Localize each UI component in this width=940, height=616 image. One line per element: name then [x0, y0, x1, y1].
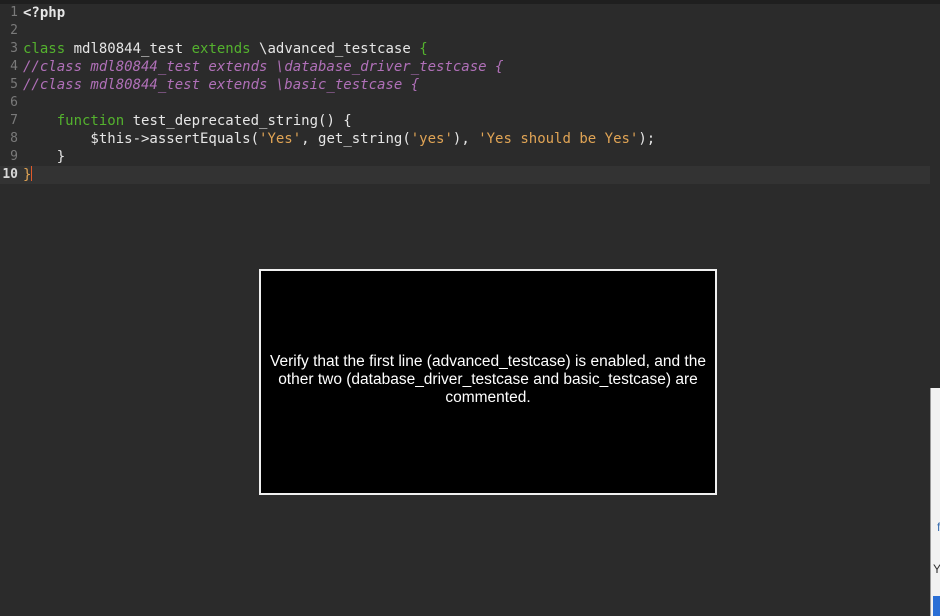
right-panel-text-fragment-2: Yo	[933, 562, 940, 576]
line-number: 7	[10, 113, 18, 128]
right-side-panel: fi Yo	[930, 388, 940, 616]
code-line[interactable]: 10}	[0, 166, 930, 184]
code-text: }	[23, 148, 65, 166]
code-token: <?php	[23, 5, 66, 21]
code-text: //class mdl80844_test extends \database_…	[23, 58, 503, 76]
code-token: function	[56, 113, 125, 129]
code-token: 'Yes should be Yes'	[478, 131, 639, 147]
code-token: //class mdl80844_test extends \basic_tes…	[23, 77, 420, 93]
line-number: 8	[10, 131, 18, 146]
code-token: mdl80844_test	[65, 41, 192, 57]
code-token: , get_string(	[301, 131, 411, 147]
line-number: 1	[10, 5, 18, 20]
line-number: 6	[10, 95, 18, 110]
code-line[interactable]: 6	[0, 94, 930, 112]
code-token: }	[23, 167, 32, 183]
line-number: 9	[10, 149, 18, 164]
code-text: }	[23, 166, 33, 184]
code-token: {	[419, 41, 428, 57]
line-number: 3	[10, 41, 18, 56]
app-window: 1 <?php 2 3 class mdl80844_test extends \adv…	[0, 0, 940, 616]
code-line[interactable]: 7 function test_deprecated_string() {	[0, 112, 930, 130]
code-text: function test_deprecated_string() {	[23, 112, 352, 130]
code-line[interactable]: 2	[0, 22, 930, 40]
code-token: test_deprecated_string() {	[124, 113, 352, 129]
code-token: ),	[452, 131, 479, 147]
instruction-overlay: Verify that the first line (advanced_tes…	[259, 269, 717, 495]
line-number: 10	[2, 167, 18, 182]
code-token: }	[23, 149, 66, 165]
code-token: extends	[191, 41, 251, 57]
code-text: class mdl80844_test extends \advanced_te…	[23, 40, 428, 58]
line-number: 4	[10, 59, 18, 74]
line-number: 5	[10, 77, 18, 92]
code-token: class	[23, 41, 66, 57]
code-line[interactable]: 3 class mdl80844_test extends \advanced_t…	[0, 40, 930, 58]
code-line[interactable]: 4 //class mdl80844_test extends \database…	[0, 58, 930, 76]
code-text: <?php	[23, 4, 65, 22]
text-cursor	[31, 166, 33, 181]
right-panel-button-edge[interactable]	[933, 596, 940, 616]
code-token: 'Yes'	[259, 131, 302, 147]
code-line[interactable]: 5 //class mdl80844_test extends \basic_te…	[0, 76, 930, 94]
code-token: \advanced_testcase	[250, 41, 420, 57]
code-token: $this->assertEquals(	[23, 131, 260, 147]
line-number: 2	[10, 23, 18, 38]
code-line[interactable]: 1 <?php	[0, 4, 930, 22]
code-line[interactable]: 9 }	[0, 148, 930, 166]
code-text: $this->assertEquals('Yes', get_string('y…	[23, 130, 655, 148]
instruction-message: Verify that the first line (advanced_tes…	[270, 353, 706, 406]
code-line[interactable]: 8 $this->assertEquals('Yes', get_string(…	[0, 130, 930, 148]
code-token: );	[638, 131, 656, 147]
code-token: 'yes'	[410, 131, 453, 147]
code-text: //class mdl80844_test extends \basic_tes…	[23, 76, 419, 94]
code-token: //class mdl80844_test extends \database_…	[23, 59, 504, 75]
